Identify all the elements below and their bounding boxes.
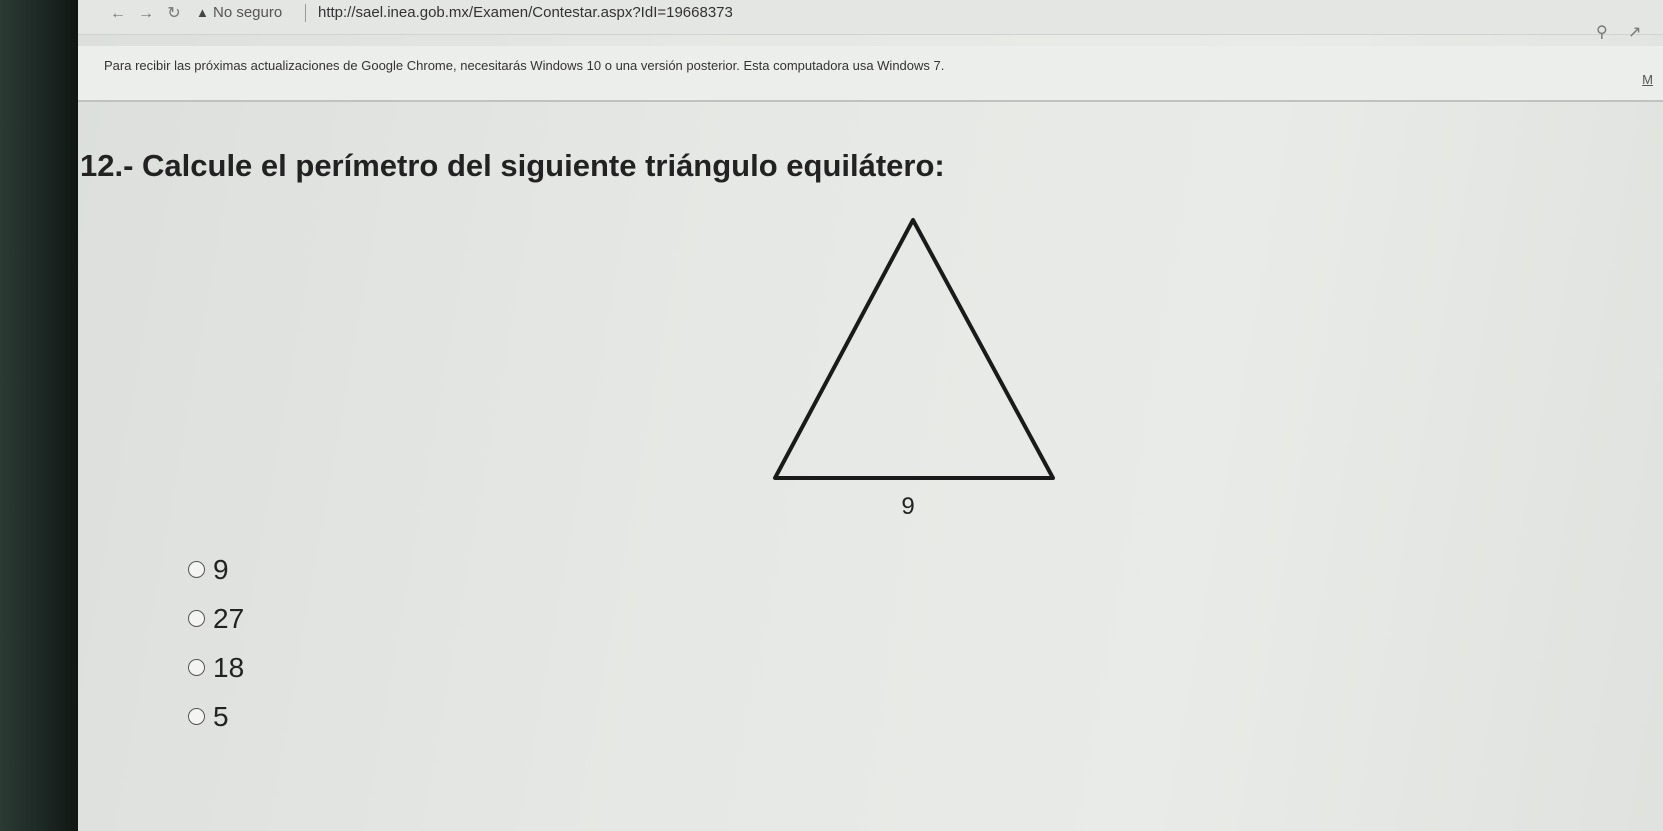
url-separator [305,4,306,22]
side-length-label: 9 [901,493,914,520]
security-status[interactable]: No seguro [213,4,282,21]
answer-option[interactable]: 9 [188,545,244,594]
answer-option[interactable]: 5 [188,692,244,741]
update-infobar: Para recibir las próximas actualizacione… [78,46,1663,102]
answer-option[interactable]: 27 [188,594,244,643]
answer-options: 9 27 18 5 [188,545,244,741]
radio-button[interactable] [188,708,205,725]
option-label: 18 [213,651,245,683]
option-label: 9 [213,553,229,585]
reload-icon[interactable]: ↻ [164,4,184,24]
radio-button[interactable] [188,561,205,578]
radio-button[interactable] [188,610,205,627]
option-label: 27 [213,602,245,634]
option-label: 5 [213,700,229,732]
browser-window: ← → ↻ ▲ No seguro http://sael.inea.gob.m… [78,0,1663,831]
radio-button[interactable] [188,659,205,676]
infobar-more-link[interactable]: M [1642,72,1653,87]
triangle-figure: 9 [763,210,1063,520]
warning-icon[interactable]: ▲ [196,5,209,20]
share-icon[interactable]: ↗ [1628,22,1641,42]
browser-toolbar: ← → ↻ ▲ No seguro http://sael.inea.gob.m… [78,0,1663,41]
monitor-bezel [0,0,78,831]
equilateral-triangle [773,218,1055,480]
infobar-message: Para recibir las próximas actualizacione… [104,58,945,73]
back-arrow-icon[interactable]: ← [108,4,128,24]
address-bar[interactable]: http://sael.inea.gob.mx/Examen/Contestar… [318,4,733,21]
triangle-svg: 9 [773,218,1055,520]
zoom-icon[interactable]: ⚲ [1596,22,1608,42]
forward-arrow-icon[interactable]: → [136,4,156,24]
answer-option[interactable]: 18 [188,643,244,692]
question-text: 12.- Calcule el perímetro del siguiente … [80,148,945,183]
